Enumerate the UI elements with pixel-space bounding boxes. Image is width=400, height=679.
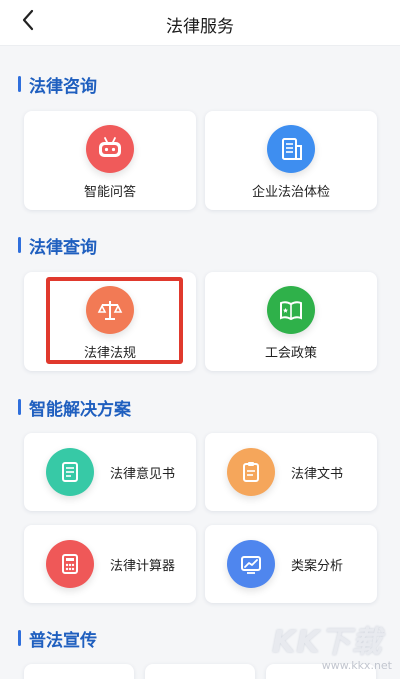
section-title-smart-solutions: 智能解决方案 — [18, 395, 131, 420]
card-legal-documents[interactable]: 法律文书 — [205, 433, 377, 511]
building-icon — [267, 125, 315, 173]
section-title-legal-consulting: 法律咨询 — [18, 72, 97, 97]
document-icon — [46, 448, 94, 496]
watermark: KK下载 www.kkx.net — [272, 617, 392, 675]
card-union-policy[interactable]: 工会政策 — [205, 272, 377, 371]
card-partial[interactable] — [145, 664, 255, 679]
clipboard-icon — [227, 448, 275, 496]
section-title-text: 普法宣传 — [29, 630, 97, 651]
robot-icon — [86, 125, 134, 173]
card-label: 法律计算器 — [110, 558, 176, 574]
card-label: 类案分析 — [291, 558, 344, 574]
card-label: 智能问答 — [83, 185, 136, 200]
card-legal-calculator[interactable]: 法律计算器 — [24, 525, 196, 603]
card-legal-opinion[interactable]: 法律意见书 — [24, 433, 196, 511]
card-smart-qa[interactable]: 智能问答 — [24, 111, 196, 210]
book-icon — [267, 286, 315, 334]
card-label: 法律文书 — [291, 466, 344, 482]
section-marker — [18, 399, 21, 415]
card-case-analysis[interactable]: 类案分析 — [205, 525, 377, 603]
card-label: 企业法治体检 — [251, 185, 330, 200]
scales-icon — [86, 286, 134, 334]
calculator-icon — [46, 540, 94, 588]
section-title-text: 法律咨询 — [29, 76, 97, 97]
card-partial[interactable] — [24, 664, 134, 679]
section-title-legal-publicity: 普法宣传 — [18, 626, 97, 651]
section-marker — [18, 630, 21, 646]
card-enterprise-checkup[interactable]: 企业法治体检 — [205, 111, 377, 210]
section-title-legal-query: 法律查询 — [18, 233, 97, 258]
section-marker — [18, 76, 21, 92]
chart-icon — [227, 540, 275, 588]
card-label: 法律意见书 — [110, 466, 176, 482]
card-laws-regulations[interactable]: 法律法规 — [24, 272, 196, 371]
section-title-text: 智能解决方案 — [29, 399, 131, 420]
section-marker — [18, 237, 21, 253]
card-label: 法律法规 — [83, 346, 136, 361]
card-label: 工会政策 — [264, 346, 317, 361]
watermark-logo: KK下载 — [272, 625, 383, 660]
section-title-text: 法律查询 — [29, 237, 97, 258]
app-header: 法律服务 — [0, 0, 400, 46]
page-title: 法律服务 — [166, 17, 234, 37]
